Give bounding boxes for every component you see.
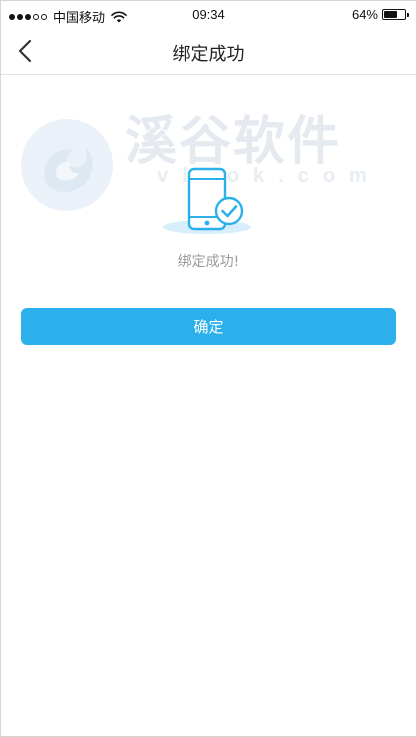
status-bar: 中国移动 09:34 64% <box>1 1 416 29</box>
status-right: 64% <box>351 7 409 22</box>
watermark-logo-icon <box>21 119 113 211</box>
nav-bar: 绑定成功 <box>1 29 416 75</box>
confirm-button[interactable]: 确定 <box>21 308 396 345</box>
battery-icon <box>382 9 409 20</box>
app-screen: 中国移动 09:34 64% 绑定成功 溪谷软件 vlsok.com 绑定成功!… <box>0 0 417 737</box>
battery-fill <box>384 11 397 18</box>
page-title: 绑定成功 <box>172 44 245 65</box>
watermark-brand-cn: 溪谷软件 <box>125 112 342 172</box>
success-message: 绑定成功! <box>177 254 240 270</box>
phone-check-icon <box>163 167 251 234</box>
battery-percent: 64% <box>351 7 378 22</box>
